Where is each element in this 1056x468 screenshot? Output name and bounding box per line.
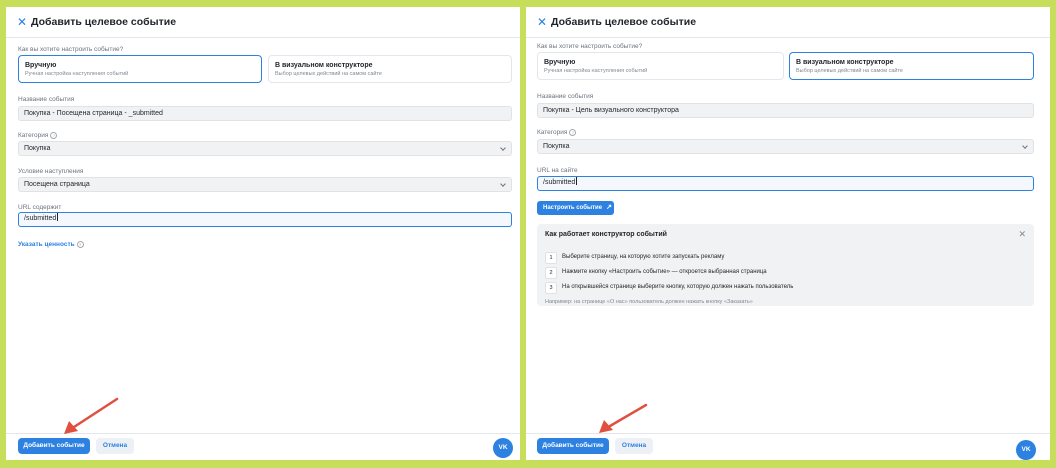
right-dialog-panel: ✕ Добавить целевое событие Как вы хотите… bbox=[526, 7, 1050, 460]
annotation-arrow-icon bbox=[599, 403, 648, 433]
annotation-arrow-icon bbox=[64, 397, 119, 434]
left-dialog-panel: ✕ Добавить целевое событие Как вы хотите… bbox=[6, 7, 520, 460]
add-event-button[interactable]: Добавить событие bbox=[537, 438, 609, 454]
vk-logo-icon[interactable]: VK bbox=[493, 438, 513, 458]
add-event-button[interactable]: Добавить событие bbox=[18, 438, 90, 454]
vk-logo-icon[interactable]: VK bbox=[1016, 440, 1036, 460]
cancel-button[interactable]: Отмена bbox=[96, 438, 134, 454]
cancel-button[interactable]: Отмена bbox=[615, 438, 653, 454]
